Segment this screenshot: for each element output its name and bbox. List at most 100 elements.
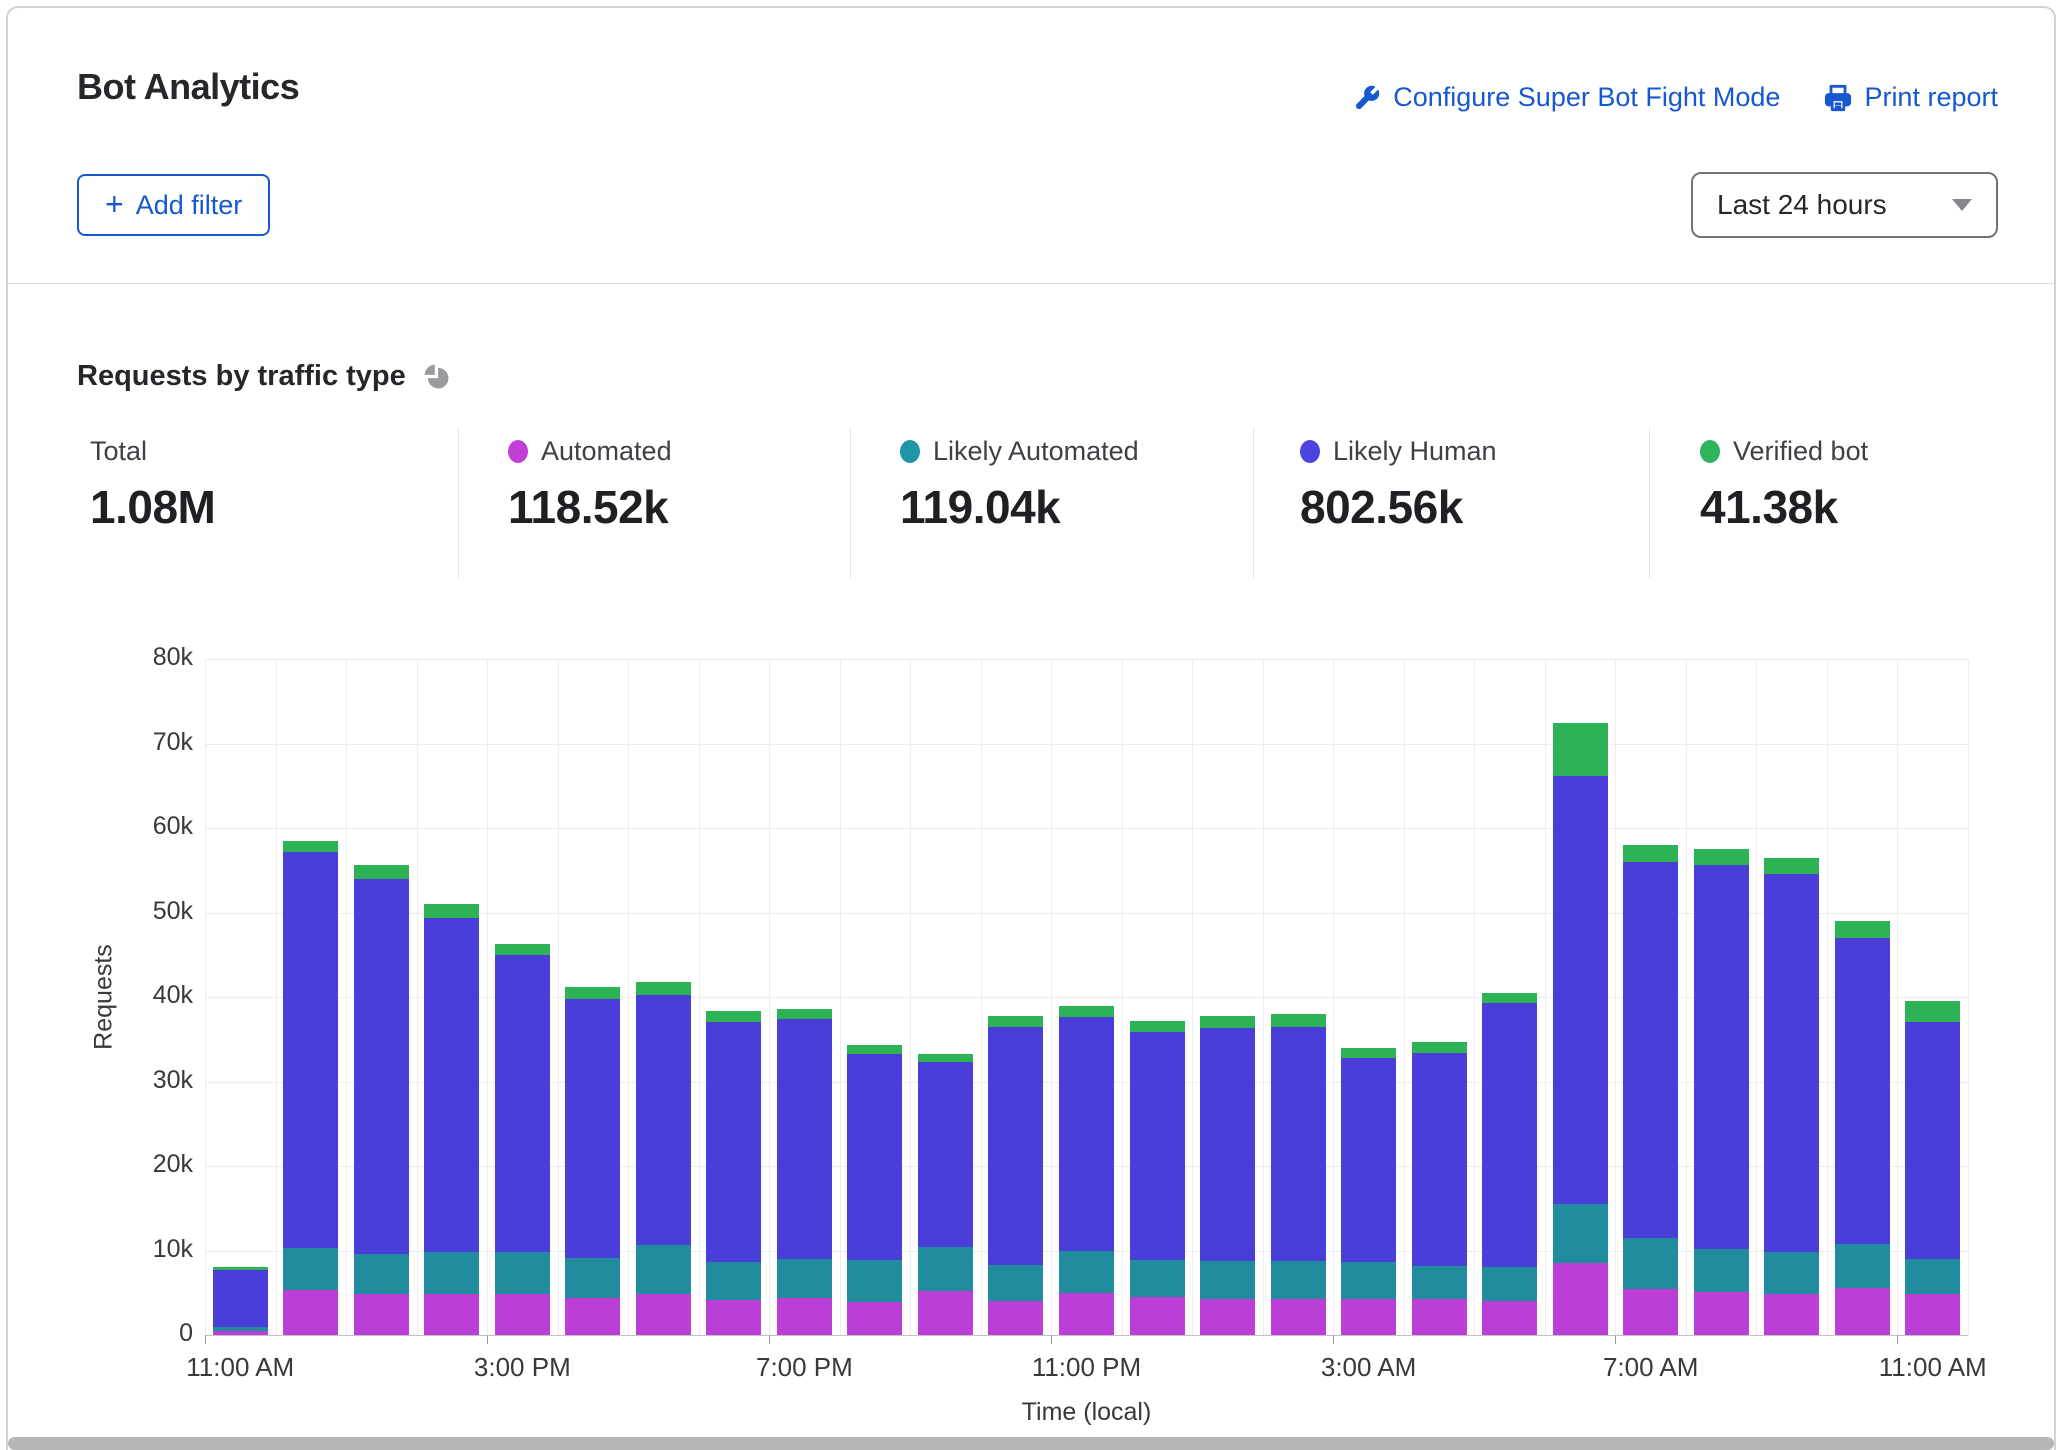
stat-likely-human[interactable]: Likely Human 802.56k xyxy=(1300,436,1497,534)
pie-chart-icon xyxy=(422,362,452,392)
bar-segment-likely-automated xyxy=(847,1260,902,1302)
bar-1-00-PM[interactable] xyxy=(354,865,409,1335)
bar-12-00-PM[interactable] xyxy=(283,841,338,1335)
plot-area xyxy=(205,659,1968,1335)
bar-segment-likely-human xyxy=(354,879,409,1254)
bar-segment-verified-bot xyxy=(1059,1006,1114,1017)
x-tick-label: 11:00 AM xyxy=(1823,1352,2043,1383)
print-report-link[interactable]: Print report xyxy=(1824,82,1998,113)
time-range-value: Last 24 hours xyxy=(1717,189,1887,221)
y-tick-label: 50k xyxy=(68,897,193,926)
header-actions: Configure Super Bot Fight Mode Print rep… xyxy=(1353,82,1998,113)
bar-slot xyxy=(1404,659,1475,1335)
y-tick-label: 0 xyxy=(68,1319,193,1348)
legend-dot-likely-automated xyxy=(900,440,920,463)
horizontal-scrollbar[interactable] xyxy=(8,1437,2054,1450)
stat-value: 1.08M xyxy=(90,480,215,534)
bar-segment-automated xyxy=(636,1294,691,1335)
bar-segment-likely-automated xyxy=(636,1245,691,1295)
bar-slot xyxy=(1545,659,1616,1335)
stat-automated[interactable]: Automated 118.52k xyxy=(508,436,672,534)
bar-11-00-PM[interactable] xyxy=(1059,1006,1114,1335)
bar-segment-verified-bot xyxy=(424,904,479,918)
bar-segment-likely-human xyxy=(918,1062,973,1247)
bar-segment-likely-automated xyxy=(1482,1267,1537,1301)
bar-slot xyxy=(346,659,417,1335)
configure-super-bot-fight-mode-link[interactable]: Configure Super Bot Fight Mode xyxy=(1353,82,1780,113)
bar-11-00-AM[interactable] xyxy=(1905,1001,1960,1335)
bar-3-00-PM[interactable] xyxy=(495,944,550,1335)
bar-2-00-AM[interactable] xyxy=(1271,1014,1326,1335)
stat-label: Total xyxy=(90,436,147,467)
bar-segment-likely-human xyxy=(847,1054,902,1260)
bar-segment-automated xyxy=(1341,1299,1396,1335)
x-tick-label: 7:00 PM xyxy=(694,1352,914,1383)
x-tick-mark xyxy=(1897,1335,1898,1344)
bar-8-00-PM[interactable] xyxy=(847,1045,902,1335)
bar-segment-automated xyxy=(1271,1299,1326,1335)
bar-7-00-PM[interactable] xyxy=(777,1009,832,1335)
bar-segment-automated xyxy=(354,1294,409,1335)
stat-total[interactable]: Total 1.08M xyxy=(90,436,215,534)
bar-slot xyxy=(910,659,981,1335)
bar-8-00-AM[interactable] xyxy=(1694,849,1749,1335)
bar-10-00-AM[interactable] xyxy=(1835,921,1890,1335)
bar-segment-automated xyxy=(918,1291,973,1335)
bar-slot xyxy=(699,659,770,1335)
bar-9-00-AM[interactable] xyxy=(1764,858,1819,1335)
stat-label: Likely Automated xyxy=(933,436,1139,467)
stat-likely-automated[interactable]: Likely Automated 119.04k xyxy=(900,436,1139,534)
bar-3-00-AM[interactable] xyxy=(1341,1048,1396,1335)
bar-segment-verified-bot xyxy=(918,1054,973,1062)
bar-segment-likely-automated xyxy=(988,1265,1043,1301)
bar-segment-verified-bot xyxy=(1835,921,1890,938)
bar-7-00-AM[interactable] xyxy=(1623,845,1678,1335)
bar-1-00-AM[interactable] xyxy=(1200,1016,1255,1335)
bar-slot xyxy=(276,659,347,1335)
bar-segment-automated xyxy=(988,1301,1043,1335)
x-tick-label: 11:00 AM xyxy=(130,1352,350,1383)
bar-10-00-PM[interactable] xyxy=(988,1016,1043,1335)
bar-segment-automated xyxy=(706,1300,761,1335)
bar-4-00-AM[interactable] xyxy=(1412,1042,1467,1335)
bar-slot xyxy=(1897,659,1968,1335)
bar-9-00-PM[interactable] xyxy=(918,1054,973,1335)
bar-segment-verified-bot xyxy=(1271,1014,1326,1027)
bar-4-00-PM[interactable] xyxy=(565,987,620,1335)
bar-slot xyxy=(1333,659,1404,1335)
bar-segment-verified-bot xyxy=(847,1045,902,1053)
bar-5-00-PM[interactable] xyxy=(636,982,691,1335)
bar-6-00-PM[interactable] xyxy=(706,1011,761,1335)
legend-dot-likely-human xyxy=(1300,440,1320,463)
y-tick-label: 70k xyxy=(68,728,193,757)
bar-6-00-AM[interactable] xyxy=(1553,723,1608,1335)
bar-segment-verified-bot xyxy=(1130,1021,1185,1032)
bar-segment-automated xyxy=(565,1298,620,1335)
x-tick-label: 7:00 AM xyxy=(1541,1352,1761,1383)
time-range-select[interactable]: Last 24 hours xyxy=(1691,172,1998,238)
bar-2-00-PM[interactable] xyxy=(424,904,479,1335)
legend-dot-automated xyxy=(508,440,528,463)
page-title: Bot Analytics xyxy=(77,66,299,108)
bar-segment-likely-human xyxy=(706,1022,761,1262)
bar-segment-automated xyxy=(1905,1294,1960,1335)
bar-12-00-AM[interactable] xyxy=(1130,1021,1185,1335)
stat-verified-bot[interactable]: Verified bot 41.38k xyxy=(1700,436,1868,534)
bar-segment-automated xyxy=(424,1294,479,1335)
bar-segment-automated xyxy=(1059,1293,1114,1335)
bar-segment-verified-bot xyxy=(988,1016,1043,1028)
bar-segment-likely-human xyxy=(1694,865,1749,1249)
bar-11-00-AM[interactable] xyxy=(213,1267,268,1335)
bar-segment-likely-human xyxy=(1905,1022,1960,1259)
bar-segment-likely-human xyxy=(1271,1027,1326,1261)
header-divider xyxy=(8,283,2054,284)
x-tick-mark xyxy=(487,1335,488,1344)
section-title-row: Requests by traffic type xyxy=(77,360,452,393)
bar-slot xyxy=(769,659,840,1335)
bar-slot xyxy=(628,659,699,1335)
bar-slot xyxy=(1192,659,1263,1335)
bar-5-00-AM[interactable] xyxy=(1482,993,1537,1335)
add-filter-button[interactable]: + Add filter xyxy=(77,174,270,236)
x-axis-labels: 11:00 AM3:00 PM7:00 PM11:00 PM3:00 AM7:0… xyxy=(205,1352,1968,1392)
bar-segment-likely-human xyxy=(1764,874,1819,1253)
